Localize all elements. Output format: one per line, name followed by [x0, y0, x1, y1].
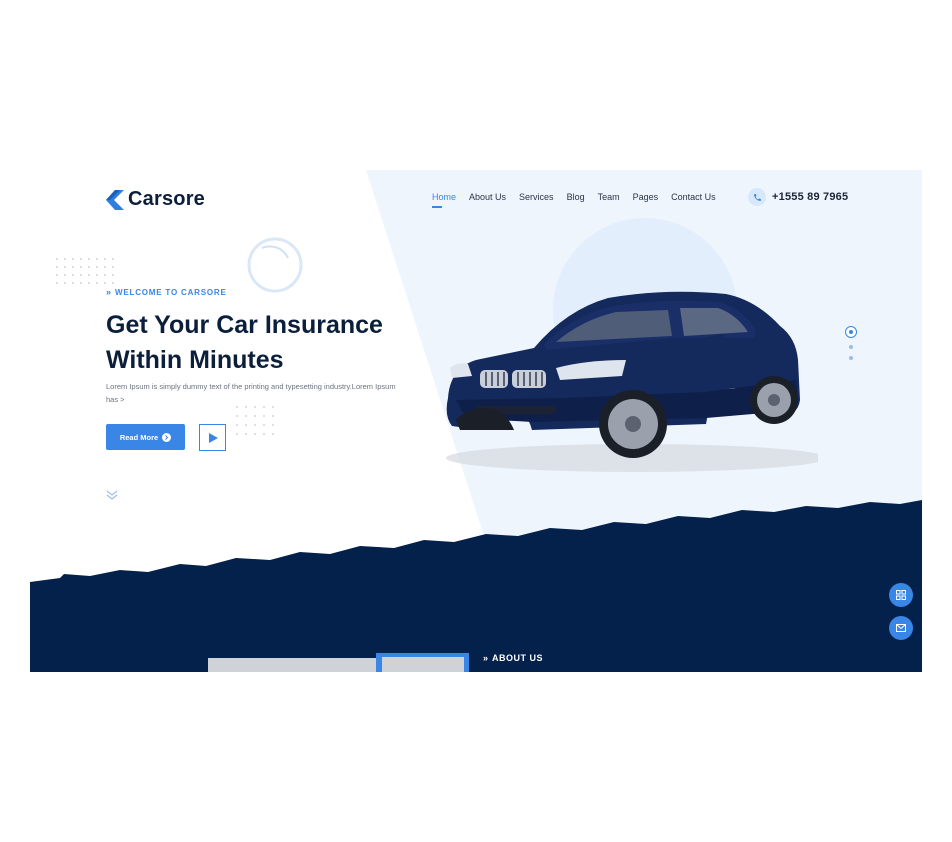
- play-icon: [208, 432, 218, 443]
- slider-pagination: [845, 326, 857, 360]
- dots-decoration: [56, 258, 114, 284]
- about-label-text: ABOUT US: [492, 653, 544, 663]
- slider-dot-2[interactable]: [849, 345, 853, 349]
- mail-icon: [896, 624, 906, 632]
- read-more-label: Read More: [119, 432, 159, 442]
- play-video-button[interactable]: [199, 424, 226, 451]
- read-more-button[interactable]: Read More: [106, 424, 185, 450]
- floating-mail-button[interactable]: [889, 616, 913, 640]
- logo-mark-icon: [106, 189, 124, 210]
- nav-pages[interactable]: Pages: [633, 192, 659, 202]
- grid-icon: [896, 590, 906, 600]
- headline-line-1: Get Your Car Insurance: [106, 311, 383, 339]
- nav-services[interactable]: Services: [519, 192, 554, 202]
- floating-grid-button[interactable]: [889, 583, 913, 607]
- slider-dot-3[interactable]: [849, 356, 853, 360]
- arrow-right-icon: [162, 432, 172, 442]
- dark-section-band: [30, 500, 922, 672]
- slider-dot-1[interactable]: [845, 326, 857, 338]
- double-chevron-icon: »: [106, 287, 112, 297]
- double-chevron-icon: »: [483, 653, 489, 663]
- nav-team[interactable]: Team: [598, 192, 620, 202]
- nav-contact-us[interactable]: Contact Us: [671, 192, 716, 202]
- nav-about-us[interactable]: About Us: [469, 192, 506, 202]
- brand-name: Carsore: [128, 188, 205, 210]
- about-image-inner: [382, 657, 464, 672]
- eyebrow-text: WELCOME TO CARSORE: [115, 287, 227, 297]
- phone-number: +1555 89 7965: [772, 191, 849, 203]
- brand-logo[interactable]: Carsore: [106, 188, 205, 211]
- hero-description: Lorem Ipsum is simply dummy text of the …: [106, 382, 396, 404]
- main-nav: Home About Us Services Blog Team Pages C…: [432, 192, 716, 208]
- dots-decoration: [236, 406, 274, 435]
- nav-blog[interactable]: Blog: [567, 192, 585, 202]
- about-section-label: » ABOUT US: [483, 653, 543, 663]
- phone-icon: [748, 188, 766, 206]
- page-frame: Carsore Home About Us Services Blog Team…: [30, 170, 922, 672]
- hero-eyebrow: » WELCOME TO CARSORE: [106, 287, 227, 297]
- header-phone[interactable]: +1555 89 7965: [748, 188, 848, 206]
- hero-headline: Get Your Car Insurance Within Minutes: [106, 308, 426, 378]
- nav-home[interactable]: Home: [432, 192, 456, 208]
- car-image: [446, 291, 818, 472]
- headline-line-2: Within Minutes: [106, 346, 284, 374]
